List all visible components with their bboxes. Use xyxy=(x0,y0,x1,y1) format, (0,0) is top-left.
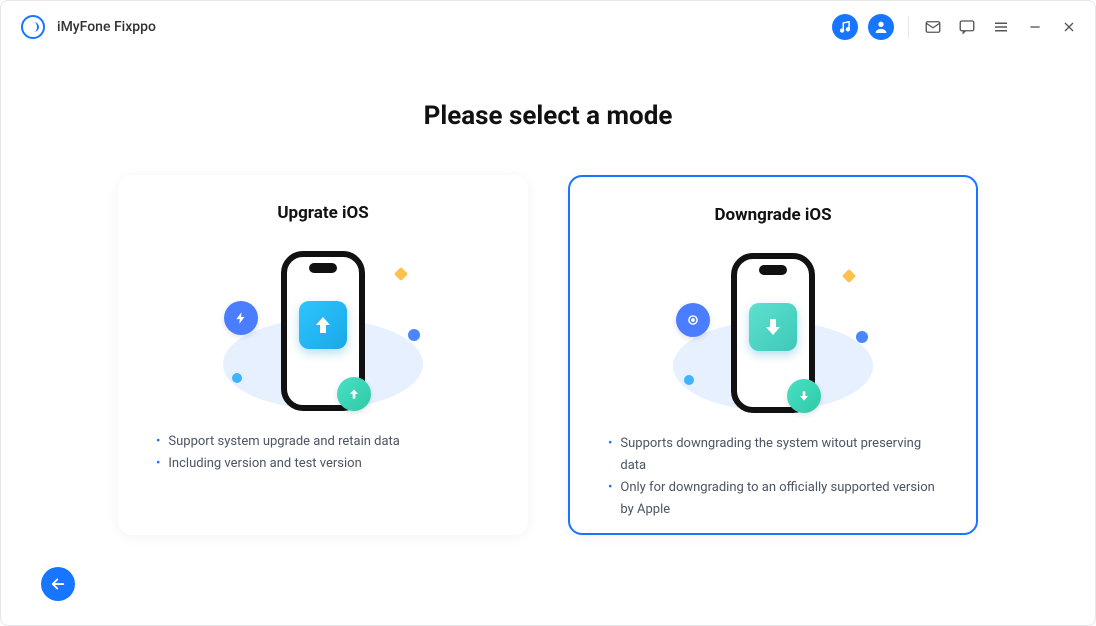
menu-icon[interactable] xyxy=(991,17,1011,37)
header-divider xyxy=(908,16,909,38)
mail-icon[interactable] xyxy=(923,17,943,37)
back-button[interactable] xyxy=(41,567,75,601)
target-icon xyxy=(676,303,710,337)
bolt-icon xyxy=(224,301,258,335)
page-heading: Please select a mode xyxy=(1,101,1095,131)
upgrade-card-title: Upgrate iOS xyxy=(148,203,498,223)
downgrade-card-title: Downgrade iOS xyxy=(600,205,946,225)
arrow-left-icon xyxy=(49,575,67,593)
dot-icon xyxy=(856,331,868,343)
bullet-item: Including version and test version xyxy=(156,453,490,475)
arrow-down-tile-icon xyxy=(749,303,797,351)
mode-cards: Upgrate iOS Support system upgrade and r… xyxy=(1,175,1095,535)
arrow-down-circle-icon xyxy=(787,379,821,413)
arrow-up-tile-icon xyxy=(299,301,347,349)
app-logo-icon xyxy=(21,15,45,39)
feedback-icon[interactable] xyxy=(957,17,977,37)
user-icon[interactable] xyxy=(868,14,894,40)
title-left: iMyFone Fixppo xyxy=(21,15,156,39)
bullet-item: Supports downgrading the system witout p… xyxy=(608,433,938,477)
bullet-item: Only for downgrading to an officially su… xyxy=(608,477,938,521)
downgrade-card[interactable]: Downgrade iOS Supports downgrading the s… xyxy=(568,175,978,535)
minimize-icon[interactable] xyxy=(1025,17,1045,37)
sparkle-icon xyxy=(842,269,856,283)
header-icons xyxy=(832,14,894,40)
music-icon[interactable] xyxy=(832,14,858,40)
bullet-item: Support system upgrade and retain data xyxy=(156,431,490,453)
downgrade-bullets: Supports downgrading the system witout p… xyxy=(600,433,946,521)
upgrade-card[interactable]: Upgrate iOS Support system upgrade and r… xyxy=(118,175,528,535)
upgrade-illustration xyxy=(148,241,498,421)
arrow-up-circle-icon xyxy=(337,377,371,411)
phone-icon xyxy=(281,251,365,411)
dot-icon xyxy=(232,373,242,383)
titlebar: iMyFone Fixppo xyxy=(1,1,1095,53)
close-icon[interactable] xyxy=(1059,17,1079,37)
downgrade-illustration xyxy=(600,243,946,423)
phone-icon xyxy=(731,253,815,413)
dot-icon xyxy=(408,329,420,341)
title-right xyxy=(832,14,1079,40)
upgrade-bullets: Support system upgrade and retain data I… xyxy=(148,431,498,475)
sparkle-icon xyxy=(394,267,408,281)
dot-icon xyxy=(684,375,694,385)
app-title: iMyFone Fixppo xyxy=(57,19,156,35)
